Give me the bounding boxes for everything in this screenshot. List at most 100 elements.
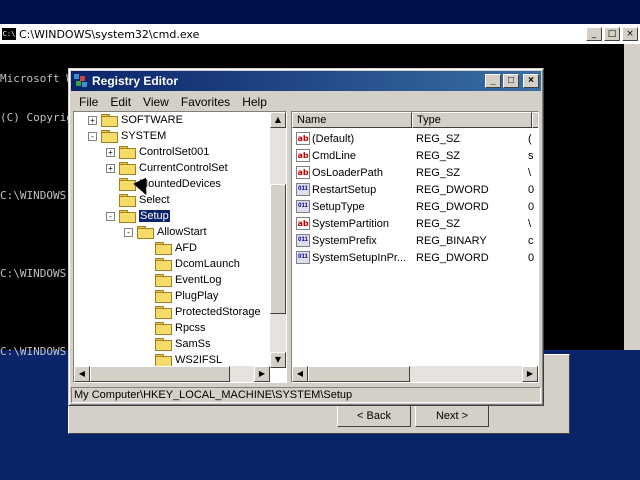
string-value-icon: ab: [296, 166, 310, 179]
column-type-header[interactable]: Type: [412, 112, 532, 128]
scroll-up-arrow-icon[interactable]: ▲: [270, 112, 286, 128]
value-row[interactable]: ab CmdLine REG_SZ s: [296, 147, 538, 164]
value-row[interactable]: 011 RestartSetup REG_DWORD 0: [296, 181, 538, 198]
registry-editor-window[interactable]: Registry Editor _ □ × File Edit View Fav…: [68, 68, 544, 406]
scroll-left-arrow-icon[interactable]: ◀: [292, 366, 308, 382]
collapse-icon[interactable]: -: [88, 131, 97, 141]
tree-item[interactable]: MountedDevices: [106, 176, 221, 192]
list-horizontal-scrollbar[interactable]: ◀ ▶: [292, 366, 538, 382]
collapse-icon[interactable]: -: [124, 227, 133, 237]
tree-item[interactable]: - SYSTEM: [88, 128, 166, 144]
tree-vertical-scrollbar[interactable]: ▲ ▼: [270, 112, 286, 368]
value-name: SystemSetupInPr...: [312, 251, 407, 264]
column-data-header[interactable]: D: [532, 112, 538, 128]
tree-item-label[interactable]: SamSs: [175, 338, 210, 350]
regedit-maximize-button[interactable]: □: [503, 74, 519, 88]
tree-item[interactable]: EventLog: [142, 272, 221, 288]
tree-horizontal-scrollbar[interactable]: ◀ ▶: [74, 366, 270, 382]
value-row[interactable]: 011 SystemSetupInPr... REG_DWORD 0: [296, 249, 538, 266]
tree-item-label[interactable]: AllowStart: [157, 226, 207, 238]
value-row[interactable]: ab SystemPartition REG_SZ \: [296, 215, 538, 232]
tree-item[interactable]: AFD: [142, 240, 197, 256]
tree-item[interactable]: PlugPlay: [142, 288, 218, 304]
tree-item-label[interactable]: Setup: [138, 209, 171, 223]
folder-icon: [119, 146, 136, 159]
tree-item-label[interactable]: PlugPlay: [175, 290, 218, 302]
cmd-maximize-button[interactable]: □: [604, 27, 620, 41]
regedit-minimize-button[interactable]: _: [485, 74, 501, 88]
scroll-right-arrow-icon[interactable]: ▶: [254, 366, 270, 382]
tree-item[interactable]: Rpcss: [142, 320, 206, 336]
tree-item[interactable]: + CurrentControlSet: [106, 160, 228, 176]
tree-item-label[interactable]: CurrentControlSet: [139, 162, 228, 174]
tree-item-label[interactable]: Rpcss: [175, 322, 206, 334]
tree-item[interactable]: ProtectedStorage: [142, 304, 261, 320]
folder-icon: [155, 258, 172, 271]
tree-item-label[interactable]: SOFTWARE: [121, 114, 183, 126]
menu-help[interactable]: Help: [236, 95, 273, 109]
tree-item[interactable]: - AllowStart: [124, 224, 207, 240]
tree-item-label[interactable]: ProtectedStorage: [175, 306, 261, 318]
regedit-titlebar[interactable]: Registry Editor _ □ ×: [71, 71, 541, 91]
scroll-left-arrow-icon[interactable]: ◀: [74, 366, 90, 382]
folder-icon: [155, 322, 172, 335]
value-name: RestartSetup: [312, 183, 377, 196]
binary-value-icon: 011: [296, 251, 310, 264]
value-row[interactable]: 011 SystemPrefix REG_BINARY c: [296, 232, 538, 249]
menu-edit[interactable]: Edit: [104, 95, 137, 109]
cmd-close-button[interactable]: ×: [622, 27, 638, 41]
tree-item-label[interactable]: MountedDevices: [139, 178, 221, 190]
menu-file[interactable]: File: [73, 95, 104, 109]
regedit-close-button[interactable]: ×: [523, 74, 539, 88]
value-data: c: [528, 234, 534, 247]
tree-item-label[interactable]: SYSTEM: [121, 130, 166, 142]
cmd-icon: C:\: [2, 28, 16, 40]
tree-scroll-thumb[interactable]: [270, 184, 286, 314]
scroll-down-arrow-icon[interactable]: ▼: [270, 352, 286, 368]
cmd-scrollbar[interactable]: [624, 44, 640, 350]
tree-item-label[interactable]: EventLog: [175, 274, 221, 286]
collapse-icon[interactable]: -: [106, 211, 115, 221]
menu-favorites[interactable]: Favorites: [175, 95, 236, 109]
tree-item[interactable]: DcomLaunch: [142, 256, 240, 272]
expand-icon[interactable]: +: [106, 163, 115, 173]
value-row[interactable]: ab OsLoaderPath REG_SZ \: [296, 164, 538, 181]
tree-item[interactable]: + ControlSet001: [106, 144, 209, 160]
value-type: REG_DWORD: [416, 251, 489, 264]
desktop-background: [0, 0, 640, 24]
tree-item[interactable]: SamSs: [142, 336, 210, 352]
tree-hscroll-thumb[interactable]: [90, 366, 230, 382]
value-row[interactable]: ab (Default) REG_SZ (: [296, 130, 538, 147]
scroll-right-arrow-icon[interactable]: ▶: [522, 366, 538, 382]
cmd-titlebar[interactable]: C:\ C:\WINDOWS\system32\cmd.exe _ □ ×: [0, 24, 640, 44]
tree-item-label[interactable]: AFD: [175, 242, 197, 254]
folder-icon: [155, 338, 172, 351]
binary-value-icon: 011: [296, 234, 310, 247]
cmd-minimize-button[interactable]: _: [586, 27, 602, 41]
values-list-pane[interactable]: Name Type D ab(Default)REG_SZ(abCmdLineR…: [291, 111, 539, 383]
value-data: (: [528, 132, 532, 145]
expand-icon[interactable]: +: [106, 147, 115, 157]
back-button[interactable]: < Back: [337, 405, 411, 427]
folder-icon: [101, 114, 118, 127]
binary-value-icon: 011: [296, 183, 310, 196]
tree-item[interactable]: + SOFTWARE: [88, 112, 183, 128]
value-row[interactable]: 011 SetupType REG_DWORD 0: [296, 198, 538, 215]
value-name: (Default): [312, 132, 355, 145]
next-button[interactable]: Next >: [415, 405, 489, 427]
value-data: \: [528, 217, 532, 230]
column-name-header[interactable]: Name: [292, 112, 412, 128]
menu-view[interactable]: View: [137, 95, 175, 109]
string-value-icon: ab: [296, 149, 310, 162]
list-hscroll-thumb[interactable]: [308, 366, 410, 382]
folder-icon: [119, 162, 136, 175]
folder-icon: [155, 290, 172, 303]
expand-icon[interactable]: +: [88, 115, 97, 125]
tree-item[interactable]: - Setup: [106, 208, 171, 224]
tree-item-label[interactable]: WS2IFSL: [175, 354, 222, 366]
key-tree-pane[interactable]: + SOFTWARE - SYSTEM + ControlSet001 + CurrentCo…: [73, 111, 287, 383]
tree-item-label[interactable]: DcomLaunch: [175, 258, 240, 270]
folder-icon: [155, 306, 172, 319]
tree-item-label[interactable]: ControlSet001: [139, 146, 209, 158]
value-type: REG_SZ: [416, 132, 461, 145]
